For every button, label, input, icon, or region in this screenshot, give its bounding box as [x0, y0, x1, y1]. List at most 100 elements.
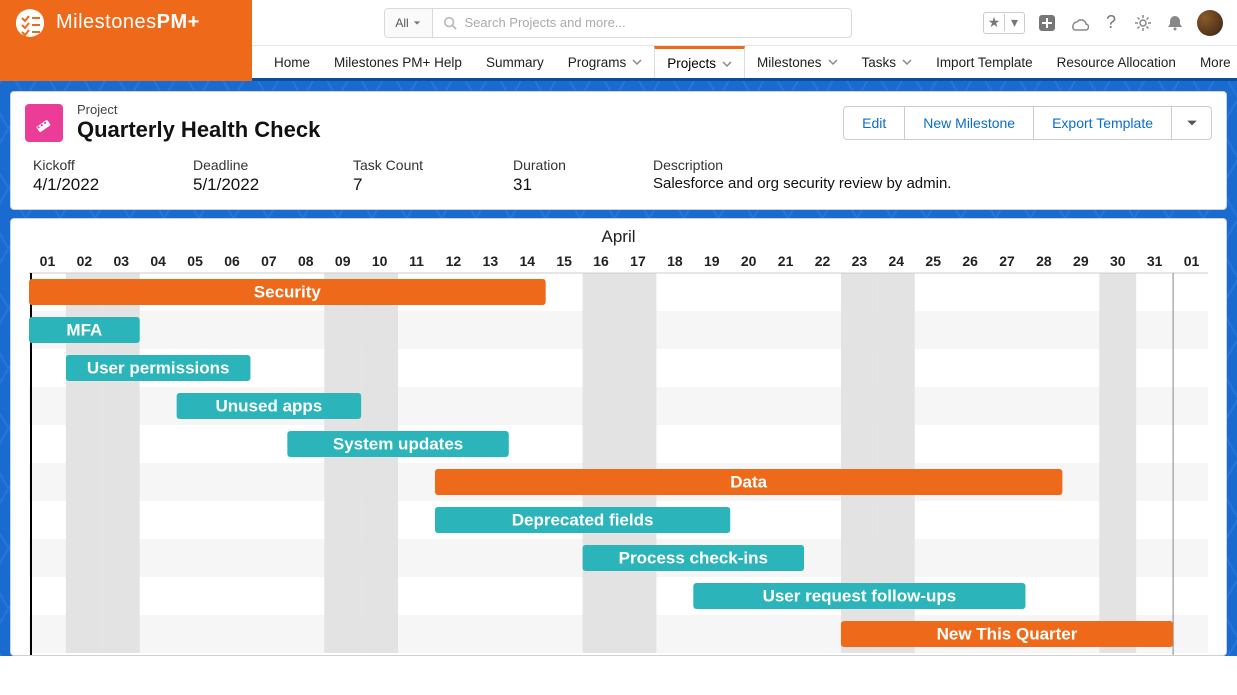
svg-text:19: 19 — [704, 253, 720, 269]
chevron-down-icon — [632, 57, 642, 67]
gantt-bar-label: MFA — [66, 321, 102, 340]
nav-tab-home[interactable]: Home — [262, 46, 322, 78]
svg-text:31: 31 — [1147, 253, 1163, 269]
svg-text:28: 28 — [1036, 253, 1052, 269]
gantt-bar-label: System updates — [333, 435, 463, 454]
svg-text:22: 22 — [815, 253, 831, 269]
gantt-bar-label: Security — [254, 283, 322, 302]
search-input[interactable] — [465, 15, 841, 30]
gantt-bar-label: New This Quarter — [937, 625, 1078, 644]
nav-tab-label: Resource Allocation — [1057, 55, 1176, 70]
gantt-month-label: April — [29, 225, 1208, 251]
nav-tab-milestones[interactable]: Milestones — [745, 46, 850, 78]
edit-button[interactable]: Edit — [843, 106, 905, 140]
svg-text:21: 21 — [778, 253, 794, 269]
svg-text:17: 17 — [630, 253, 646, 269]
meta-label: Task Count — [353, 157, 503, 173]
notifications-bell-icon[interactable] — [1165, 13, 1185, 33]
nav-tab-resource-allocation[interactable]: Resource Allocation — [1045, 46, 1188, 78]
chevron-down-icon — [722, 59, 732, 69]
svg-text:15: 15 — [556, 253, 572, 269]
svg-text:01: 01 — [40, 253, 56, 269]
user-avatar[interactable] — [1197, 10, 1223, 36]
meta-duration: Duration 31 — [513, 157, 643, 195]
nav-tab-label: Programs — [568, 55, 627, 70]
nav-tab-label: More — [1200, 55, 1231, 70]
gantt-bar-label: User request follow-ups — [763, 587, 957, 606]
svg-text:05: 05 — [187, 253, 203, 269]
gantt-bar-label: Deprecated fields — [512, 511, 654, 530]
add-button[interactable] — [1037, 13, 1057, 33]
svg-text:20: 20 — [741, 253, 757, 269]
svg-text:02: 02 — [77, 253, 93, 269]
svg-text:13: 13 — [483, 253, 499, 269]
svg-text:27: 27 — [999, 253, 1015, 269]
brand-logo-icon — [14, 7, 46, 39]
meta-value: 31 — [513, 175, 643, 195]
meta-label: Duration — [513, 157, 643, 173]
export-template-button[interactable]: Export Template — [1034, 106, 1172, 140]
svg-text:30: 30 — [1110, 253, 1126, 269]
project-title: Quarterly Health Check — [77, 117, 829, 143]
project-record-icon — [25, 104, 63, 142]
gantt-viewport[interactable]: 0102030405060708091011121314151617181920… — [29, 251, 1208, 655]
svg-text:16: 16 — [593, 253, 609, 269]
nav-tab-tasks[interactable]: Tasks — [850, 46, 925, 78]
nav-tab-label: Summary — [486, 55, 544, 70]
nav-tab-label: Milestones PM+ Help — [334, 55, 462, 70]
project-header-card: Project Quarterly Health Check Edit New … — [10, 91, 1227, 210]
brand: MilestonesPM+ — [0, 0, 252, 45]
meta-deadline: Deadline 5/1/2022 — [193, 157, 343, 195]
svg-text:10: 10 — [372, 253, 388, 269]
nav-tab-programs[interactable]: Programs — [556, 46, 655, 78]
help-icon[interactable]: ? — [1101, 13, 1121, 33]
svg-text:23: 23 — [852, 253, 868, 269]
global-utility: ★▾ ? — [983, 0, 1237, 45]
nav-tab-label: Home — [274, 55, 310, 70]
search-icon — [443, 16, 457, 30]
nav-tab-more[interactable]: More — [1188, 46, 1237, 78]
meta-label: Kickoff — [33, 157, 183, 173]
nav-tab-label: Projects — [667, 56, 716, 71]
svg-text:11: 11 — [409, 253, 424, 269]
record-type-label: Project — [77, 102, 829, 117]
nav-tab-projects[interactable]: Projects — [654, 46, 745, 78]
meta-value: 5/1/2022 — [193, 175, 343, 195]
salesforce-icon[interactable] — [1069, 13, 1089, 33]
setup-gear-icon[interactable] — [1133, 13, 1153, 33]
svg-text:03: 03 — [113, 253, 129, 269]
nav-tab-milestones-pm-help[interactable]: Milestones PM+ Help — [322, 46, 474, 78]
brand-name: MilestonesPM+ — [56, 11, 200, 34]
svg-text:26: 26 — [962, 253, 978, 269]
caret-down-icon — [413, 19, 421, 27]
favorites-button[interactable]: ★▾ — [983, 12, 1025, 34]
gantt-bar-label: Unused apps — [216, 397, 323, 416]
svg-text:08: 08 — [298, 253, 314, 269]
meta-taskcount: Task Count 7 — [353, 157, 503, 195]
meta-value: 4/1/2022 — [33, 175, 183, 195]
brand-under — [0, 45, 252, 81]
meta-label: Deadline — [193, 157, 343, 173]
svg-text:25: 25 — [925, 253, 941, 269]
caret-down-icon: ▾ — [1004, 14, 1024, 31]
svg-text:12: 12 — [446, 253, 462, 269]
svg-text:29: 29 — [1073, 253, 1089, 269]
nav-tab-label: Import Template — [936, 55, 1033, 70]
chevron-down-icon — [902, 57, 912, 67]
nav-tab-summary[interactable]: Summary — [474, 46, 556, 78]
global-header: MilestonesPM+ All ★▾ ? — [0, 0, 1237, 46]
nav-tab-label: Milestones — [757, 55, 822, 70]
svg-text:14: 14 — [519, 253, 535, 269]
svg-text:06: 06 — [224, 253, 240, 269]
svg-text:18: 18 — [667, 253, 683, 269]
search-scope-picker[interactable]: All — [385, 9, 433, 37]
app-nav: Home Milestones PM+ Help Summary Programs Pr… — [0, 46, 1237, 81]
gantt-card: April 0102030405060708091011121314151617… — [10, 218, 1227, 656]
more-actions-button[interactable] — [1172, 106, 1212, 140]
page-body: Project Quarterly Health Check Edit New … — [0, 81, 1237, 656]
meta-label: Description — [653, 157, 1204, 173]
global-search: All — [252, 0, 983, 45]
svg-text:07: 07 — [261, 253, 277, 269]
nav-tab-import-template[interactable]: Import Template — [924, 46, 1045, 78]
new-milestone-button[interactable]: New Milestone — [905, 106, 1034, 140]
